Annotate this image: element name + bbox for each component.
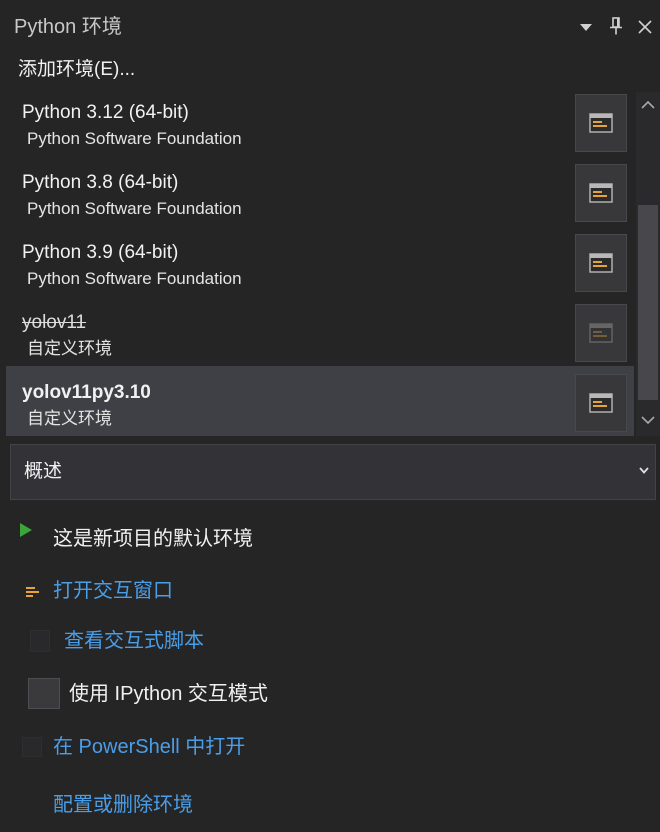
chevron-up-icon	[641, 101, 655, 109]
ipython-mode-label: 使用 IPython 交互模式	[69, 683, 268, 705]
scrollbar-thumb[interactable]	[638, 205, 658, 400]
environment-item[interactable]: Python 3.12 (64-bit) Python Software Fou…	[6, 92, 634, 156]
environment-publisher: 自定义环境	[27, 339, 112, 358]
window-title: Python 环境	[14, 16, 122, 38]
environment-publisher: Python Software Foundation	[27, 199, 242, 218]
open-interactive-window-button[interactable]	[575, 164, 627, 222]
title-bar: Python 环境	[0, 0, 660, 52]
environment-name: Python 3.8 (64-bit)	[22, 172, 179, 193]
view-interactive-scripts-link[interactable]: 查看交互式脚本	[64, 627, 204, 655]
open-in-powershell-link[interactable]: 在 PowerShell 中打开	[53, 733, 245, 761]
interactive-window-icon	[589, 253, 613, 273]
environment-item[interactable]: yolov11 自定义环境	[6, 296, 634, 366]
environment-name: Python 3.9 (64-bit)	[22, 242, 179, 263]
pin-button[interactable]	[610, 17, 622, 35]
environment-item[interactable]: Python 3.9 (64-bit) Python Software Foun…	[6, 226, 634, 296]
open-interactive-window-button[interactable]	[575, 304, 627, 362]
view-selector-dropdown[interactable]: 概述	[10, 444, 656, 500]
ipython-mode-checkbox[interactable]	[28, 678, 60, 709]
close-button[interactable]	[638, 20, 652, 34]
open-interactive-window-link[interactable]: 打开交互窗口	[53, 577, 173, 605]
default-environment-text: 这是新项目的默认环境	[53, 528, 253, 550]
interactive-window-icon	[589, 323, 613, 343]
configure-environment-link[interactable]: 配置或删除环境	[53, 791, 193, 819]
open-interactive-window-button[interactable]	[575, 234, 627, 292]
environment-item[interactable]: yolov11py3.10 自定义环境	[6, 366, 634, 436]
environment-name: yolov11	[22, 312, 87, 333]
open-interactive-window-button[interactable]	[575, 94, 627, 152]
window-options-button[interactable]	[580, 24, 592, 32]
interactive-window-icon	[589, 393, 613, 413]
interactive-window-icon	[26, 587, 39, 597]
environment-list-scrollbar[interactable]	[636, 92, 660, 436]
environment-list-items: Python 3.12 (64-bit) Python Software Fou…	[6, 92, 634, 436]
chevron-down-icon	[639, 467, 649, 474]
environment-list: Python 3.12 (64-bit) Python Software Fou…	[6, 92, 634, 436]
script-icon	[30, 630, 50, 652]
add-environment-button[interactable]: 添加环境(E)...	[18, 57, 135, 83]
interactive-window-icon	[589, 183, 613, 203]
triangle-down-icon	[580, 24, 592, 31]
python-environments-window: Python 环境 添加环境(E)... Python 3.12 (64-bit…	[0, 0, 660, 832]
scroll-up-button[interactable]	[636, 95, 660, 115]
environment-publisher: Python Software Foundation	[27, 129, 242, 148]
view-selector-value: 概述	[24, 461, 63, 482]
environment-publisher: 自定义环境	[27, 409, 112, 428]
environment-name: yolov11py3.10	[22, 382, 151, 403]
scroll-down-button[interactable]	[636, 410, 660, 430]
interactive-window-icon	[589, 113, 613, 133]
play-icon	[20, 523, 32, 537]
powershell-icon	[22, 737, 42, 757]
chevron-down-icon	[641, 416, 655, 424]
environment-item[interactable]: Python 3.8 (64-bit) Python Software Foun…	[6, 156, 634, 226]
open-interactive-window-button[interactable]	[575, 374, 627, 432]
close-icon	[638, 20, 652, 34]
environment-name: Python 3.12 (64-bit)	[22, 102, 189, 123]
pin-icon	[610, 17, 622, 35]
environment-publisher: Python Software Foundation	[27, 269, 242, 288]
